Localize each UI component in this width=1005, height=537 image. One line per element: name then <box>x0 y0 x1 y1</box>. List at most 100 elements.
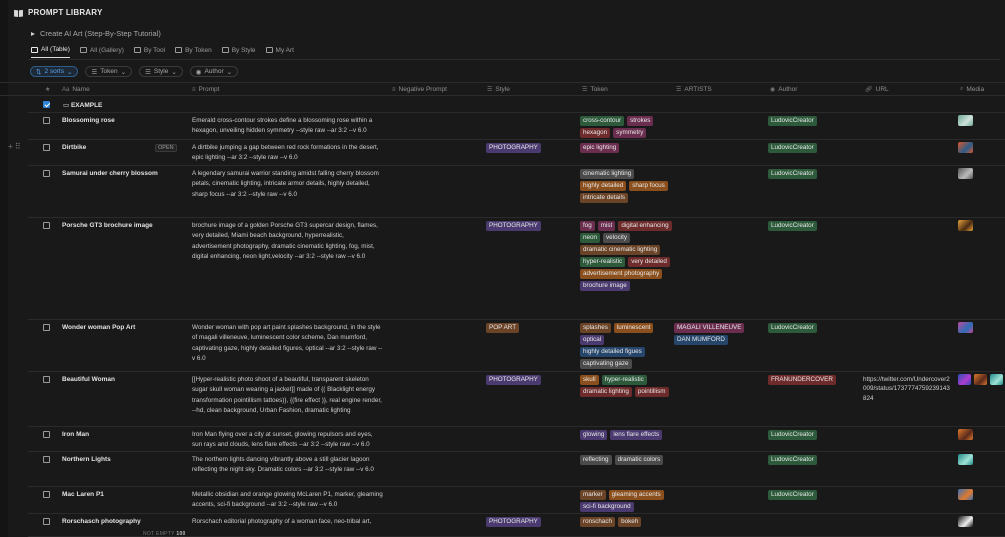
column-header-artists[interactable]: ☰ ARTISTS <box>676 86 712 93</box>
row-style[interactable]: PHOTOGRAPHY <box>486 221 541 233</box>
row-author[interactable]: LudovicCreator <box>768 221 817 233</box>
table-row[interactable]: Samurai under cherry blossom A legendary … <box>28 166 1005 218</box>
row-media[interactable] <box>958 516 973 527</box>
style-filter-chip[interactable]: ☰ Style ⌄ <box>139 66 183 77</box>
table-row[interactable]: Blossoming rose Emerald cross-contour str… <box>28 113 1005 140</box>
row-checkbox[interactable] <box>43 431 50 438</box>
tutorial-toggle-label[interactable]: Create AI Art (Step-By-Step Tutorial) <box>40 29 161 38</box>
row-media[interactable] <box>958 454 973 465</box>
token-tag[interactable]: reflecting <box>580 455 612 465</box>
artist-tag[interactable]: DAN MUMFORD <box>674 335 728 345</box>
table-row[interactable]: Porsche GT3 brochure image brochure image… <box>28 218 1005 320</box>
row-media[interactable] <box>958 142 973 153</box>
row-tokens[interactable]: cross-contour strokes hexagon symmetry <box>580 116 672 138</box>
row-style[interactable]: PHOTOGRAPHY <box>486 375 541 387</box>
row-prompt[interactable]: Wonder woman with pop art paint splashes… <box>192 323 384 364</box>
row-prompt[interactable]: A dirtbike jumping a gap between red roc… <box>192 143 384 164</box>
token-tag[interactable]: cross-contour <box>580 116 625 126</box>
row-author[interactable]: LudovicCreator <box>768 430 817 442</box>
rose-thumbnail[interactable] <box>958 115 973 126</box>
row-checkbox[interactable] <box>43 324 50 331</box>
author-filter-chip[interactable]: ◉ Author ⌄ <box>189 66 239 77</box>
samurai-thumbnail[interactable] <box>958 168 973 179</box>
row-checkbox[interactable] <box>43 101 50 108</box>
column-header-prompt[interactable]: ≡ Prompt <box>192 86 219 93</box>
row-style[interactable]: PHOTOGRAPHY <box>486 517 541 529</box>
row-checkbox[interactable] <box>43 222 50 229</box>
artist-tag[interactable]: MAGALI VILLENEUVE <box>674 323 745 333</box>
token-tag[interactable]: hyper-realistic <box>580 257 626 267</box>
row-name[interactable]: Northern Lights <box>62 456 111 463</box>
token-tag[interactable]: glowing <box>580 430 608 440</box>
row-checkbox[interactable] <box>43 376 50 383</box>
row-media[interactable] <box>958 322 973 333</box>
row-name[interactable]: Rorschasch photography <box>62 518 141 525</box>
style-tag[interactable]: PHOTOGRAPHY <box>486 221 541 231</box>
token-tag[interactable]: skull <box>580 375 599 385</box>
row-tokens[interactable]: cinematic lighting highly detailed sharp f… <box>580 169 672 203</box>
token-tag[interactable]: neon <box>580 233 601 243</box>
row-prompt[interactable]: [[Hyper-realistic photo shoot of a beaut… <box>192 375 384 416</box>
token-tag[interactable]: highly detailed <box>580 181 627 191</box>
token-filter-chip[interactable]: ☰ Token ⌄ <box>85 66 133 77</box>
row-prompt[interactable]: A legendary samurai warrior standing ami… <box>192 169 384 200</box>
table-row[interactable]: Wonder woman Pop Art Wonder woman with po… <box>28 320 1005 372</box>
author-tag[interactable]: LudovicCreator <box>768 143 817 153</box>
row-media[interactable] <box>958 220 973 231</box>
row-tokens[interactable]: ronschach bokeh <box>580 517 672 527</box>
table-row[interactable]: Dirtbike OPEN + ⠿ A dirtbike jumping a gap … <box>8 140 1005 166</box>
row-checkbox[interactable] <box>43 170 50 177</box>
token-tag[interactable]: mist <box>597 221 616 231</box>
token-tag[interactable]: luminescent <box>613 323 654 333</box>
token-tag[interactable]: ronschach <box>580 517 616 527</box>
row-checkbox[interactable] <box>43 491 50 498</box>
tab-by-tool[interactable]: By Tool <box>133 46 165 58</box>
author-tag[interactable]: LudovicCreator <box>768 430 817 440</box>
column-header-name[interactable]: Aa Name <box>62 86 90 93</box>
column-header-author[interactable]: ◉ Author <box>770 86 797 93</box>
row-name[interactable]: Beautiful Woman <box>62 376 115 383</box>
toggle-arrow-icon[interactable] <box>31 31 35 36</box>
column-header-style[interactable]: ☰ Style <box>487 86 510 93</box>
row-tokens[interactable]: epic lighting <box>580 143 672 153</box>
tab-my-art[interactable]: My Art <box>265 46 294 58</box>
tab-all-gallery[interactable]: All (Gallery) <box>79 46 124 58</box>
token-tag[interactable]: gleaming accents <box>608 490 664 500</box>
row-author[interactable]: LudovicCreator <box>768 116 817 128</box>
row-name[interactable]: Samurai under cherry blossom <box>62 170 158 177</box>
token-tag[interactable]: brochure image <box>580 281 630 291</box>
style-tag[interactable]: PHOTOGRAPHY <box>486 143 541 153</box>
table-row[interactable]: Beautiful Woman [[Hyper-realistic photo s… <box>28 372 1005 427</box>
skull-thumbnail-1[interactable] <box>958 374 971 385</box>
column-header-url[interactable]: 🔗︎ URL <box>865 86 889 93</box>
author-tag[interactable]: LudovicCreator <box>768 221 817 231</box>
dirtbike-thumbnail[interactable] <box>958 142 973 153</box>
token-tag[interactable]: intricate details <box>580 193 628 203</box>
token-tag[interactable]: velocity <box>603 233 631 243</box>
row-author[interactable]: LudovicCreator <box>768 490 817 502</box>
author-tag[interactable]: LudovicCreator <box>768 323 817 333</box>
row-media[interactable] <box>958 374 1003 385</box>
row-name[interactable]: Wonder woman Pop Art <box>62 324 135 331</box>
row-checkbox[interactable] <box>43 518 50 525</box>
rorschach-thumbnail[interactable] <box>958 516 973 527</box>
open-row-button[interactable]: OPEN <box>155 144 177 152</box>
row-checkbox[interactable] <box>43 144 50 151</box>
column-header-media[interactable]: ⌕ Media <box>960 86 984 93</box>
row-name[interactable]: Iron Man <box>62 431 89 438</box>
row-prompt[interactable]: brochure image of a golden Porsche GT3 s… <box>192 221 384 262</box>
iron-man-thumbnail[interactable] <box>958 429 973 440</box>
skull-thumbnail-3[interactable] <box>990 374 1003 385</box>
author-tag[interactable]: LudovicCreator <box>768 116 817 126</box>
author-tag[interactable]: LudovicCreator <box>768 455 817 465</box>
author-tag[interactable]: FRANUNDERCOVER <box>768 375 836 385</box>
token-tag[interactable]: splashes <box>580 323 611 333</box>
row-url[interactable]: https://twitter.com/Undercover2009/statu… <box>863 375 951 403</box>
token-tag[interactable]: sci-fi background <box>580 502 634 512</box>
porsche-thumbnail[interactable] <box>958 220 973 231</box>
token-tag[interactable]: pointillism <box>634 387 669 397</box>
skull-thumbnail-2[interactable] <box>974 374 987 385</box>
row-tokens[interactable]: reflecting dramatic colors <box>580 455 672 465</box>
row-style[interactable]: PHOTOGRAPHY <box>486 143 541 155</box>
row-name[interactable]: Mac Laren P1 <box>62 491 104 498</box>
